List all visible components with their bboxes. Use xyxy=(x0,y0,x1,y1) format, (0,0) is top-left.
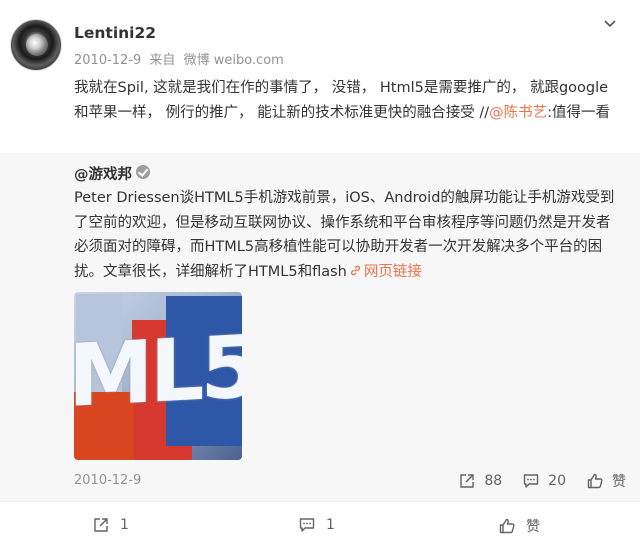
repost-comment-count: 20 xyxy=(548,473,566,489)
link-icon xyxy=(350,265,360,275)
repost-date[interactable]: 2010-12-9 xyxy=(74,473,141,488)
post-source[interactable]: 微博 weibo.com xyxy=(184,53,284,68)
post-text-tail: :值得一看 xyxy=(547,105,610,121)
repost-like-button[interactable]: 赞 xyxy=(586,471,626,491)
repost-actions: 88 20 赞 xyxy=(438,471,626,491)
repost-icon xyxy=(94,518,108,532)
like-button[interactable]: 赞 xyxy=(498,516,540,536)
post-action-bar: 1 1 赞 xyxy=(0,501,640,548)
repost-author[interactable]: @游戏邦 xyxy=(74,163,132,184)
mention-link[interactable]: @陈书艺 xyxy=(489,105,547,121)
like-label: 赞 xyxy=(526,519,540,535)
comment-button[interactable]: 1 xyxy=(298,516,335,534)
source-prefix: 来自 xyxy=(149,53,176,68)
like-icon xyxy=(587,473,603,489)
repost-icon xyxy=(460,474,475,488)
avatar-image xyxy=(26,34,48,56)
like-icon xyxy=(499,518,515,534)
post-date[interactable]: 2010-12-9 xyxy=(74,53,141,68)
comment-icon xyxy=(299,518,315,532)
image-letters: ML5 xyxy=(74,317,242,427)
repost-text: Peter Driessen谈HTML5手机游戏前景，iOS、Android的触… xyxy=(74,186,622,284)
reposted-content: @游戏邦 Peter Driessen谈HTML5手机游戏前景，iOS、Andr… xyxy=(0,153,640,501)
share-button[interactable]: 1 xyxy=(92,516,129,534)
avatar[interactable] xyxy=(10,19,62,71)
repost-like-label: 赞 xyxy=(612,474,626,490)
web-link[interactable]: 网页链接 xyxy=(364,264,422,280)
repost-text-body: Peter Driessen谈HTML5手机游戏前景，iOS、Android的触… xyxy=(74,190,615,280)
post-text: 我就在Spil, 这就是我们在作的事情了， 没错， Html5是需要推广的， 就… xyxy=(74,76,614,126)
username[interactable]: Lentini22 xyxy=(74,24,156,42)
weibo-post-card: Lentini22 2010-12-9 来自 微博 weibo.com 我就在S… xyxy=(0,0,640,548)
repost-image[interactable]: ML5 xyxy=(74,292,242,460)
verified-badge-icon xyxy=(136,165,150,179)
comment-icon xyxy=(523,474,539,488)
repost-share-count: 88 xyxy=(484,473,503,489)
post-meta: 2010-12-9 来自 微博 weibo.com xyxy=(74,49,288,68)
repost-comment-button[interactable]: 20 xyxy=(522,472,566,490)
repost-share-button[interactable]: 88 xyxy=(458,472,502,490)
share-count: 1 xyxy=(120,517,129,533)
chevron-down-icon[interactable] xyxy=(602,16,618,32)
comment-count: 1 xyxy=(326,517,335,533)
